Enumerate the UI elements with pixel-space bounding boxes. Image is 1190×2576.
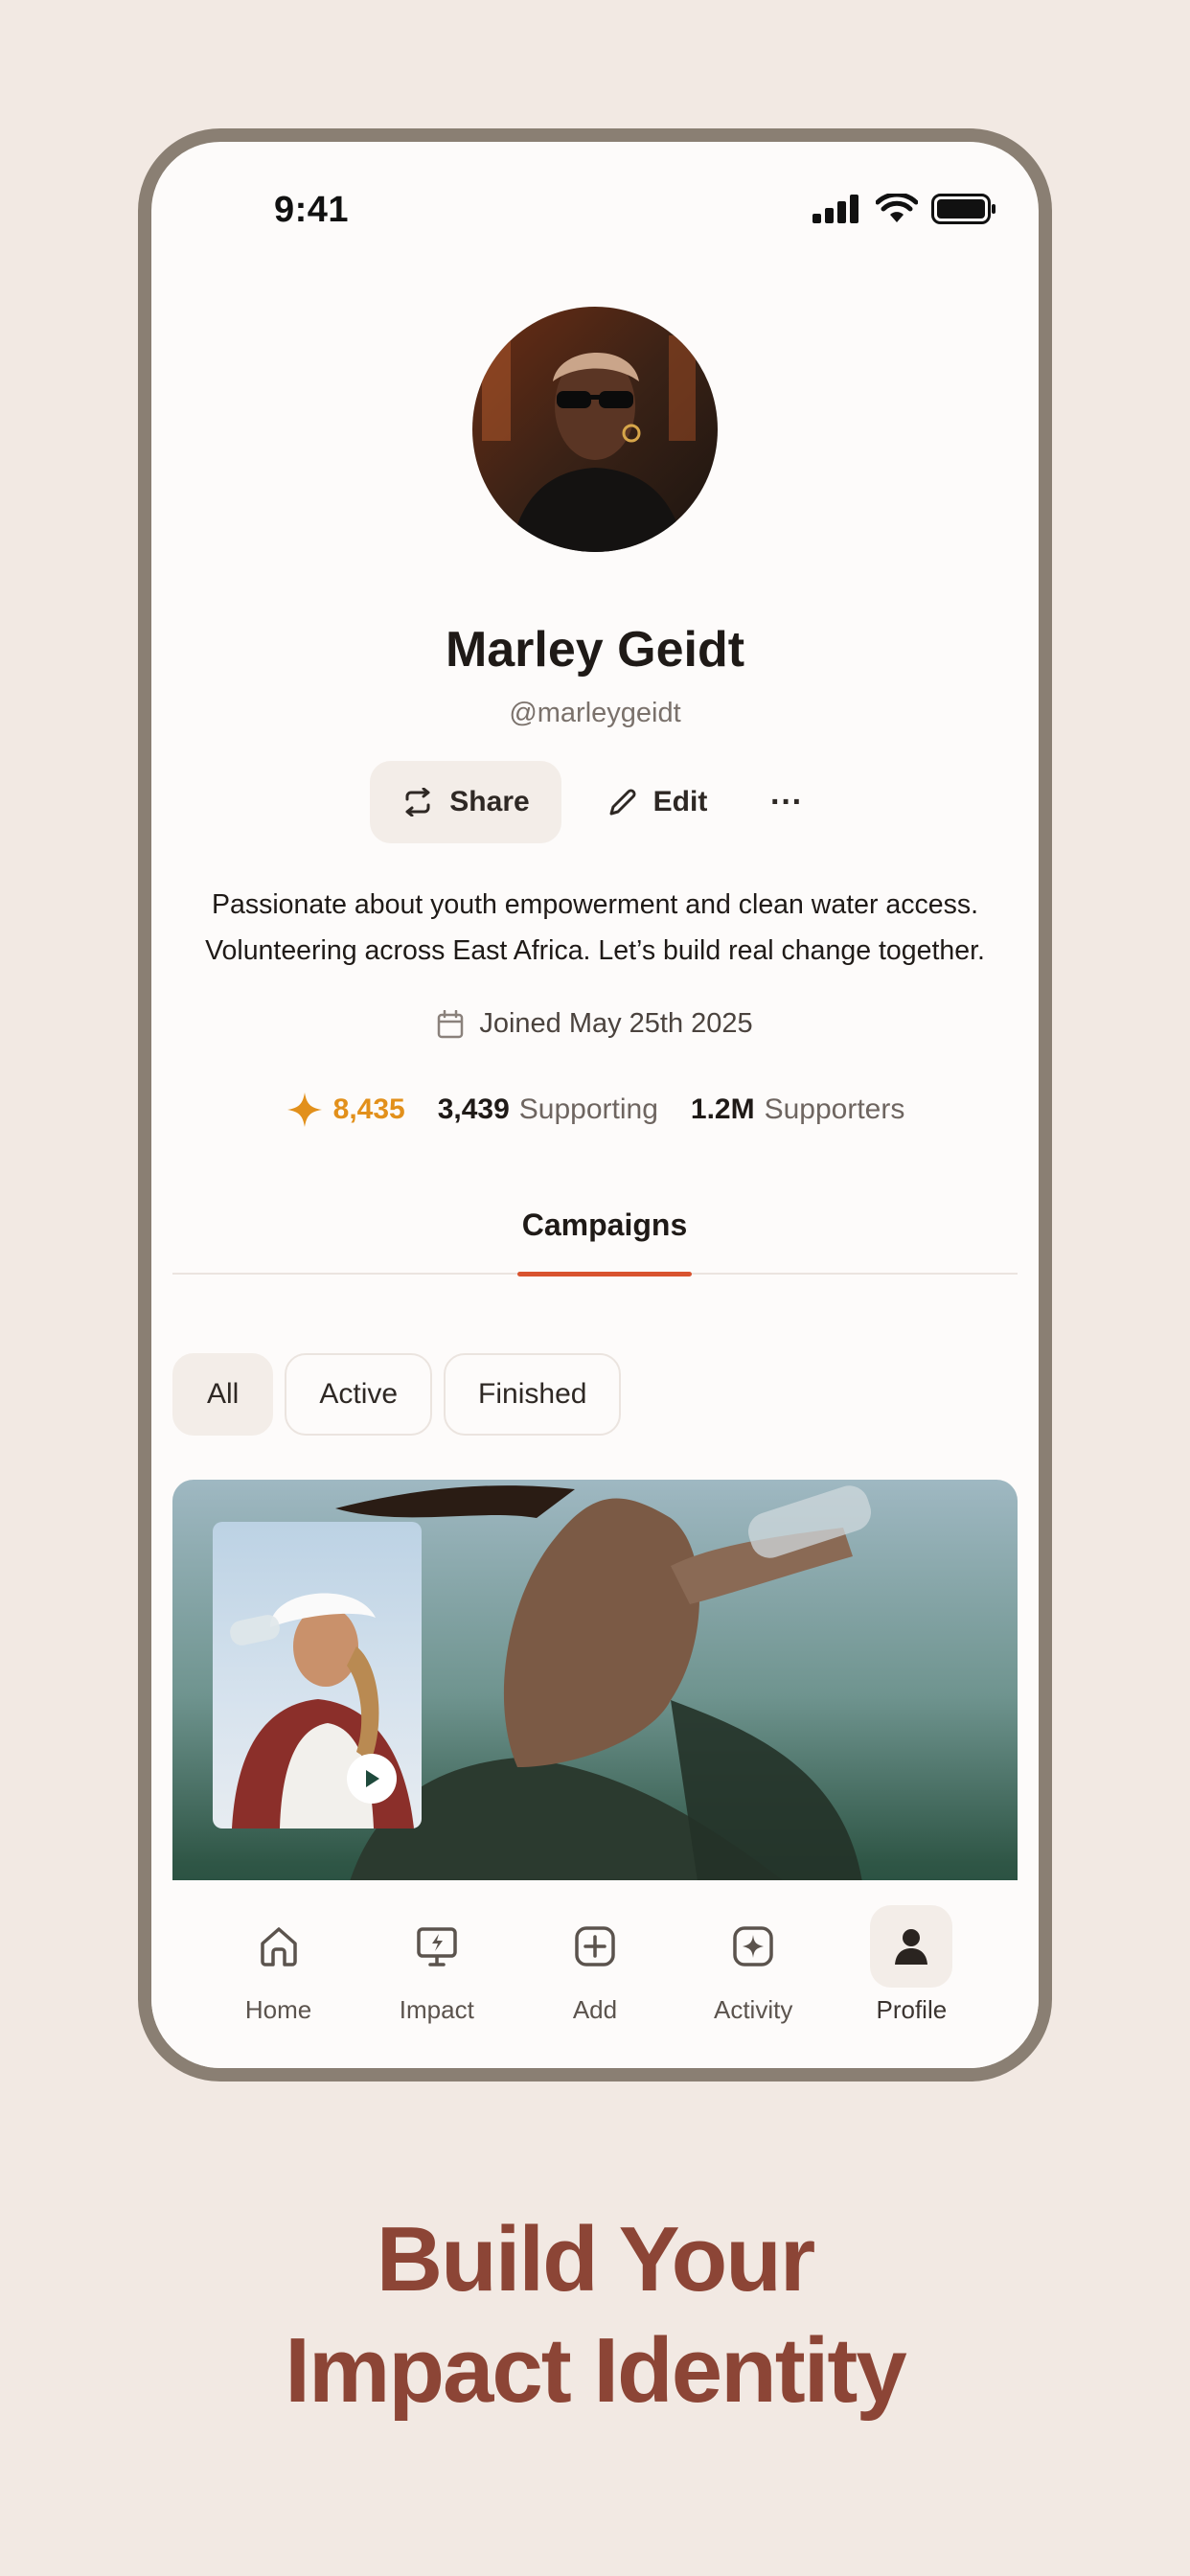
profile-handle: @marleygeidt	[509, 698, 681, 728]
profile-bio: Passionate about youth empowerment and c…	[151, 882, 1039, 974]
share-label: Share	[449, 786, 530, 817]
signal-icon	[812, 195, 858, 223]
bio-line-1: Passionate about youth empowerment and c…	[211, 889, 979, 920]
filter-finished[interactable]: Finished	[444, 1353, 622, 1436]
headline-line-2: Impact Identity	[285, 2319, 906, 2422]
supporting-value: 3,439	[437, 1093, 510, 1125]
more-button[interactable]: ···	[753, 761, 820, 843]
sparkle-icon	[286, 1092, 322, 1127]
profile-icon	[895, 1929, 928, 1965]
stat-supporting[interactable]: 3,439 Supporting	[438, 1093, 658, 1126]
nav-add-label: Add	[572, 1995, 618, 2024]
nav-impact[interactable]: Impact	[379, 1905, 494, 2068]
filter-all[interactable]: All	[172, 1353, 274, 1436]
stat-impact-points[interactable]: 8,435	[286, 1091, 405, 1129]
edit-label: Edit	[652, 786, 708, 817]
repost-icon	[405, 788, 430, 816]
pencil-icon	[609, 789, 636, 816]
nav-add[interactable]: Add	[538, 1905, 652, 2068]
promo-headline: Build Your Impact Identity	[0, 2204, 1190, 2426]
activity-icon	[733, 1926, 773, 1966]
supporting-label: Supporting	[518, 1093, 658, 1125]
profile-actions: Share Edit ···	[151, 761, 1039, 843]
bio-line-2: Volunteering across East Africa. Let’s b…	[205, 935, 985, 966]
profile-stats: 8,435 3,439 Supporting 1.2M Supporters	[151, 1091, 1039, 1129]
bottom-nav: Home Impact Add Activity Profile	[151, 1880, 1039, 2068]
calendar-icon	[438, 1009, 464, 1038]
nav-activity[interactable]: Activity	[696, 1905, 811, 2068]
joined-label: Joined May 25th 2025	[479, 1008, 753, 1039]
impact-points-value: 8,435	[332, 1093, 405, 1125]
nav-activity-label: Activity	[713, 1995, 793, 2024]
play-button[interactable]	[347, 1754, 397, 1804]
profile-name: Marley Geidt	[445, 622, 745, 678]
supporters-value: 1.2M	[690, 1093, 755, 1125]
phone-frame: 9:41 Marley Geidt @marleygeidt Share Edi…	[138, 128, 1052, 2082]
wifi-icon	[876, 194, 918, 222]
nav-profile[interactable]: Profile	[854, 1905, 969, 2068]
status-bar: 9:41	[151, 142, 1039, 266]
tab-campaigns[interactable]: Campaigns	[517, 1196, 692, 1276]
nav-home-label: Home	[244, 1995, 312, 2024]
filter-active[interactable]: Active	[285, 1353, 433, 1436]
impact-icon	[417, 1927, 457, 1966]
play-icon	[366, 1770, 379, 1787]
campaign-filters: All Active Finished	[172, 1353, 622, 1436]
battery-icon	[931, 194, 995, 224]
edit-button[interactable]: Edit	[590, 761, 724, 843]
status-time: 9:41	[274, 190, 350, 230]
home-icon	[260, 1927, 297, 1966]
campaign-video-thumbnail[interactable]	[213, 1522, 422, 1828]
avatar[interactable]	[472, 307, 718, 552]
nav-profile-label: Profile	[876, 1995, 948, 2024]
nav-home[interactable]: Home	[221, 1905, 336, 2068]
add-icon	[575, 1926, 615, 1966]
stat-supporters[interactable]: 1.2M Supporters	[691, 1093, 904, 1126]
joined-date: Joined May 25th 2025	[151, 1008, 1039, 1040]
headline-line-1: Build Your	[376, 2208, 815, 2311]
nav-impact-label: Impact	[399, 1995, 474, 2024]
profile-tabs: Campaigns	[172, 1196, 1018, 1276]
status-icons	[812, 194, 996, 224]
supporters-label: Supporters	[764, 1093, 905, 1125]
share-button[interactable]: Share	[370, 761, 561, 843]
